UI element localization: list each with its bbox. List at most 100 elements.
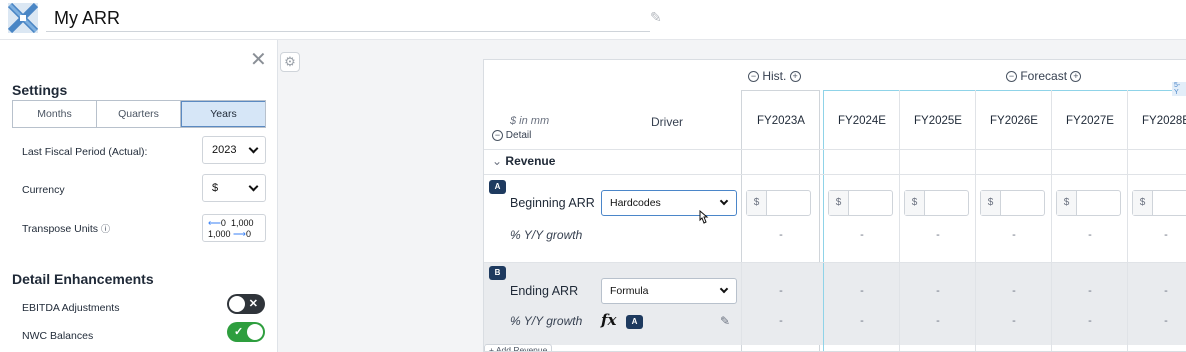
transpose-units-button[interactable]: ⟵0 1,000 1,000 ⟶0 xyxy=(202,214,266,242)
x-icon: ✕ xyxy=(248,298,258,310)
expand-forecast-icon[interactable]: + xyxy=(1070,71,1082,83)
chevron-down-icon xyxy=(719,284,729,294)
value-cell: - xyxy=(779,315,783,327)
mouse-pointer-icon xyxy=(699,210,709,224)
arrow-left-icon: ⟵ xyxy=(208,218,221,228)
nwc-balances-toggle[interactable]: ✓ xyxy=(227,322,265,342)
app-logo-icon xyxy=(8,3,38,33)
value-cell: - xyxy=(860,285,864,297)
ending-arr-driver-select[interactable]: Formula xyxy=(601,278,737,304)
row-badge-b: B xyxy=(489,266,506,280)
beginning-arr-driver-select[interactable]: Hardcodes xyxy=(601,190,737,216)
col-divider xyxy=(1127,263,1128,345)
fy2027e-beginning-arr-input[interactable]: $ xyxy=(1056,190,1121,216)
col-divider xyxy=(1051,263,1052,345)
driver-value: Formula xyxy=(610,285,649,297)
column-header-fy2026e: FY2026E xyxy=(990,115,1038,127)
settings-heading: Settings xyxy=(12,82,68,98)
value-cell: - xyxy=(779,285,783,297)
fy2026e-beginning-arr-input[interactable]: $ xyxy=(980,190,1045,216)
transpose-units-row: Transpose Units ⓘ xyxy=(22,222,110,235)
driver-column-header: Driver xyxy=(651,115,683,129)
value-cell: - xyxy=(1164,285,1168,297)
currency-prefix: $ xyxy=(829,191,849,215)
ebitda-adjustments-toggle[interactable]: ✕ xyxy=(227,294,265,314)
model-title: My ARR xyxy=(54,8,121,28)
column-header-fy2023a: FY2023A xyxy=(757,115,805,127)
fy2028e-beginning-arr-input[interactable]: $ xyxy=(1132,190,1186,216)
ending-arr-growth-label: % Y/Y growth xyxy=(510,314,583,328)
value-cell: - xyxy=(1088,315,1092,327)
add-revenue-button[interactable]: + Add Revenue xyxy=(484,344,553,351)
ebitda-adjustments-label: EBITDA Adjustments xyxy=(22,302,120,314)
formula-fx-icon: fx xyxy=(601,311,617,329)
chevron-down-icon xyxy=(248,143,259,154)
chevron-down-icon: ⌄ xyxy=(492,154,503,168)
close-icon[interactable]: ✕ xyxy=(250,50,267,70)
last-fiscal-select[interactable]: 2023 xyxy=(202,136,266,164)
fy2023a-beginning-arr-input[interactable]: $ xyxy=(746,190,811,216)
scenario-tag: 5-Y xyxy=(1172,82,1186,96)
detail-toggle[interactable]: − Detail xyxy=(492,130,531,141)
currency-prefix: $ xyxy=(905,191,925,215)
settings-panel: ✕ Settings Months Quarters Years Last Fi… xyxy=(0,40,278,352)
row-badge-a: A xyxy=(489,180,506,194)
gear-icon[interactable]: ⚙ xyxy=(280,52,300,72)
revenue-section-header[interactable]: ⌄ Revenue xyxy=(492,154,555,168)
fy2024e-beginning-arr-input[interactable]: $ xyxy=(828,190,893,216)
value-cell: - xyxy=(779,229,783,241)
value-cell: - xyxy=(936,315,940,327)
edit-title-pencil-icon[interactable]: ✎ xyxy=(650,9,662,26)
last-fiscal-label: Last Fiscal Period (Actual): xyxy=(22,146,148,158)
transpose-to-2: 0 xyxy=(245,229,251,239)
value-cell: - xyxy=(860,315,864,327)
model-table: 5-Y − Hist. + − Forecast + $ in mm − Det… xyxy=(483,59,1186,352)
beginning-arr-growth-label: % Y/Y growth xyxy=(510,228,583,242)
forecast-label: Forecast xyxy=(1020,69,1068,83)
currency-label: Currency xyxy=(22,184,65,196)
tab-months[interactable]: Months xyxy=(13,101,97,127)
value-cell: - xyxy=(1088,229,1092,241)
check-icon: ✓ xyxy=(234,326,244,338)
currency-prefix: $ xyxy=(1057,191,1077,215)
ending-arr-row-background xyxy=(484,263,1186,345)
value-cell: - xyxy=(1012,285,1016,297)
currency-value: $ xyxy=(212,182,219,194)
beginning-arr-label: Beginning ARR xyxy=(510,196,595,210)
forecast-group-header: − Forecast + xyxy=(1006,69,1082,83)
formula-ref-badge: A xyxy=(626,315,643,329)
currency-select[interactable]: $ xyxy=(202,174,266,202)
collapse-hist-icon[interactable]: − xyxy=(748,71,759,83)
value-cell: - xyxy=(1164,315,1168,327)
tab-years[interactable]: Years xyxy=(181,101,265,127)
transpose-row-1: ⟵0 1,000 xyxy=(208,218,253,229)
collapse-forecast-icon[interactable]: − xyxy=(1006,71,1017,83)
value-cell: - xyxy=(1012,229,1016,241)
value-cell: - xyxy=(936,285,940,297)
currency-prefix: $ xyxy=(981,191,1001,215)
chevron-down-icon xyxy=(719,196,729,206)
collapse-detail-icon: − xyxy=(492,130,503,141)
column-header-fy2025e: FY2025E xyxy=(914,115,962,127)
toggle-knob xyxy=(229,296,245,312)
currency-prefix: $ xyxy=(747,191,767,215)
model-title-field[interactable]: My ARR xyxy=(46,4,650,32)
value-cell: - xyxy=(1088,285,1092,297)
value-cell: - xyxy=(860,229,864,241)
col-divider xyxy=(823,263,824,345)
hist-label: Hist. xyxy=(762,69,787,83)
arrow-right-icon: ⟶ xyxy=(233,229,246,239)
column-header-fy2027e: FY2027E xyxy=(1066,115,1114,127)
info-icon[interactable]: ⓘ xyxy=(101,224,110,234)
toggle-knob xyxy=(247,324,263,340)
transpose-from-2: 1,000 xyxy=(208,229,231,239)
col-divider xyxy=(899,263,900,345)
last-fiscal-value: 2023 xyxy=(212,144,237,156)
top-bar: My ARR ✎ xyxy=(0,0,1186,40)
expand-hist-icon[interactable]: + xyxy=(789,71,801,83)
fy2025e-beginning-arr-input[interactable]: $ xyxy=(904,190,969,216)
edit-formula-pencil-icon[interactable]: ✎ xyxy=(720,314,730,328)
units-label: $ in mm xyxy=(510,115,550,127)
tab-quarters[interactable]: Quarters xyxy=(97,101,181,127)
revenue-label: Revenue xyxy=(505,154,556,168)
